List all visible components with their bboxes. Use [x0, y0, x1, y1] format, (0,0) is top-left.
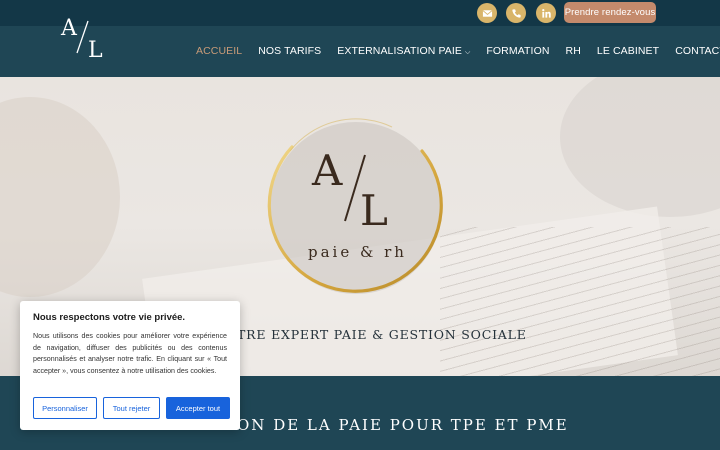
hero-background-hand [0, 97, 120, 297]
book-appointment-button[interactable]: Prendre rendez-vous [564, 2, 656, 23]
accept-all-cookies-button[interactable]: Accepter tout [166, 397, 230, 419]
page: Prendre rendez-vous A L ACCUEIL NOS TARI… [0, 0, 720, 450]
nav-item-formation[interactable]: FORMATION [486, 45, 549, 57]
svg-text:A: A [60, 16, 78, 41]
mail-icon[interactable] [477, 3, 497, 23]
phone-icon[interactable] [506, 3, 526, 23]
main-header: A L ACCUEIL NOS TARIFS EXTERNALISATION P… [0, 16, 720, 77]
mail-glyph [482, 9, 492, 17]
linkedin-icon[interactable] [536, 3, 556, 23]
hero-title: OTRE EXPERT PAIE & GESTION SOCIALE [226, 327, 527, 342]
customize-cookies-button[interactable]: Personnaliser [33, 397, 97, 419]
reject-all-cookies-button[interactable]: Tout rejeter [103, 397, 160, 419]
chevron-down-icon: ⌵ [465, 49, 471, 56]
phone-glyph [511, 8, 521, 18]
nav-item-externalisation-label: EXTERNALISATION PAIE [337, 45, 462, 57]
svg-text:L: L [360, 186, 388, 235]
nav-item-le-cabinet[interactable]: LE CABINET [597, 45, 659, 57]
svg-text:paie & rh: paie & rh [308, 243, 407, 261]
nav-item-rh[interactable]: RH [566, 45, 581, 57]
hero-background-shade [560, 77, 720, 217]
cookie-text: Nous utilisons des cookies pour améliore… [33, 332, 227, 376]
cookie-buttons: Personnaliser Tout rejeter Accepter tout [33, 397, 230, 419]
linkedin-glyph [541, 8, 551, 18]
cookie-title: Nous respectons votre vie privée. [33, 312, 186, 323]
nav-item-nos-tarifs[interactable]: NOS TARIFS [258, 45, 321, 57]
section-title: ON DE LA PAIE POUR TPE ET PME [237, 416, 569, 434]
hero-logo-emblem: A L paie & rh [267, 118, 443, 294]
nav-item-contact[interactable]: CONTACT [675, 45, 720, 57]
nav-item-accueil[interactable]: ACCUEIL [196, 45, 242, 57]
cookie-consent-banner: Nous respectons votre vie privée. Nous u… [20, 301, 240, 430]
hero-background-text-lines [440, 227, 720, 376]
nav-item-externalisation-paie[interactable]: EXTERNALISATION PAIE ⌵ [337, 45, 470, 57]
site-logo[interactable]: A L [58, 9, 112, 61]
svg-text:L: L [88, 38, 103, 61]
main-nav: ACCUEIL NOS TARIFS EXTERNALISATION PAIE ⌵… [196, 45, 720, 57]
svg-text:A: A [311, 146, 343, 195]
